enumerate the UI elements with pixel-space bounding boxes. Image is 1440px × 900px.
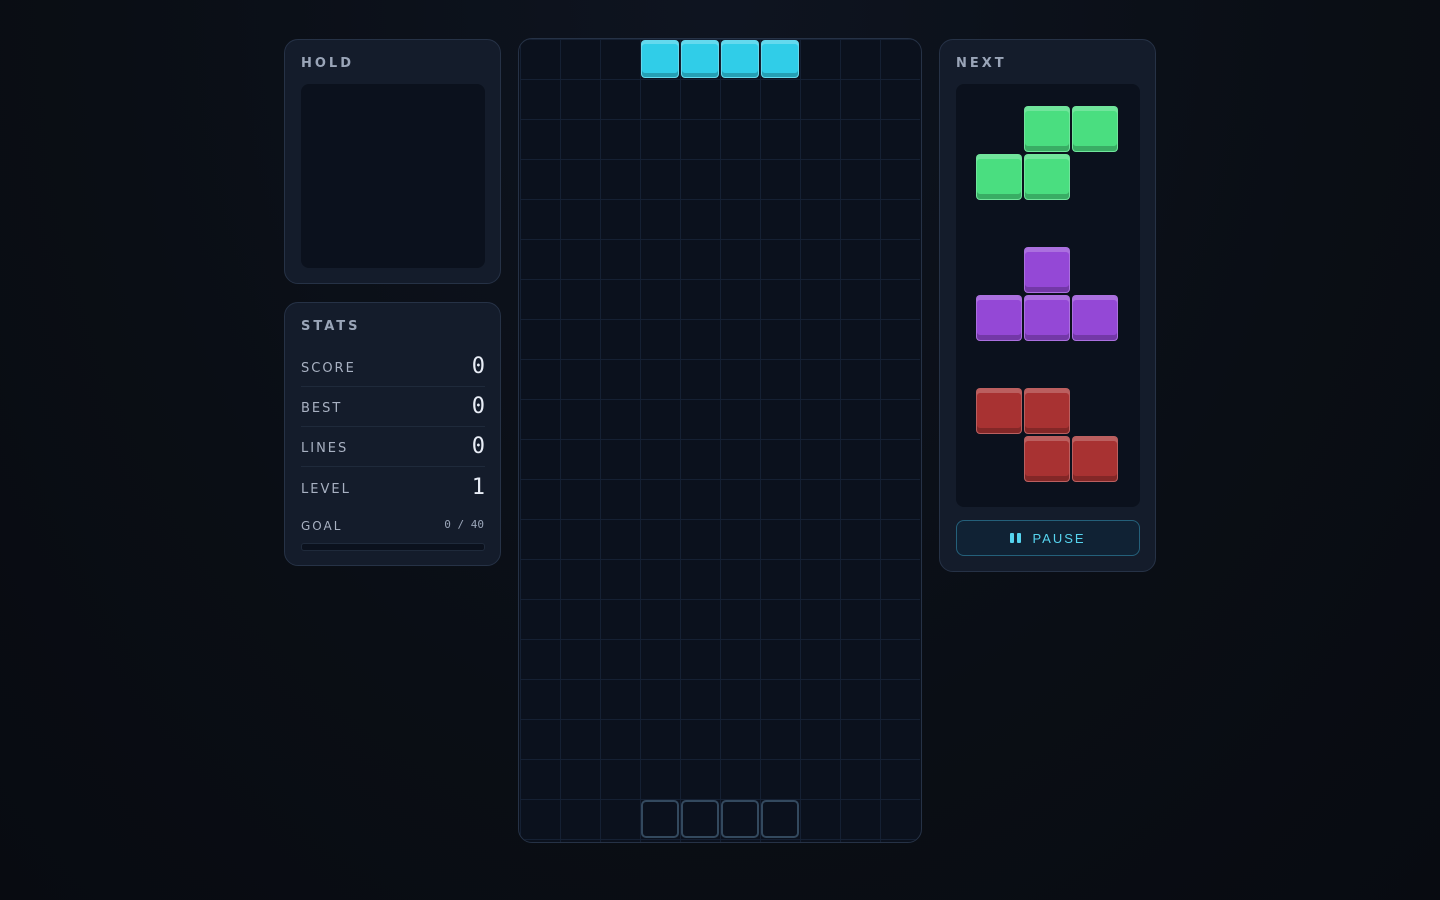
board-grid bbox=[520, 39, 920, 842]
next-piece-block bbox=[1024, 295, 1070, 341]
next-piece-block bbox=[976, 154, 1022, 200]
stat-label: LINES bbox=[301, 441, 349, 456]
next-piece-block bbox=[1072, 295, 1118, 341]
hold-panel: HOLD bbox=[284, 39, 501, 284]
stat-value: 1 bbox=[471, 475, 485, 500]
next-piece-block bbox=[1024, 106, 1070, 152]
goal-value: 0 / 40 bbox=[444, 518, 484, 531]
stats-panel: STATS SCORE 0 BEST 0 LINES 0 LEVEL 1 GOA… bbox=[284, 302, 501, 566]
stat-label: LEVEL bbox=[301, 482, 351, 497]
next-piece-block bbox=[1072, 436, 1118, 482]
next-piece-block bbox=[1024, 436, 1070, 482]
next-piece-block bbox=[1024, 154, 1070, 200]
stat-row-lines: LINES 0 bbox=[301, 427, 485, 467]
pause-icon bbox=[1010, 533, 1022, 543]
next-queue bbox=[956, 84, 1140, 507]
stat-value: 0 bbox=[471, 434, 485, 459]
active-block bbox=[761, 40, 799, 78]
active-block bbox=[641, 40, 679, 78]
stat-value: 0 bbox=[471, 354, 485, 379]
next-piece-block bbox=[1024, 388, 1070, 434]
stat-row-best: BEST 0 bbox=[301, 387, 485, 427]
next-piece-block bbox=[1072, 106, 1118, 152]
stat-label: SCORE bbox=[301, 361, 356, 376]
ghost-block bbox=[761, 800, 799, 838]
goal-label: GOAL bbox=[301, 519, 343, 533]
next-panel: NEXT PAUSE bbox=[939, 39, 1156, 572]
stat-value: 0 bbox=[471, 394, 485, 419]
goal-progress-bar bbox=[301, 543, 485, 551]
next-piece-block bbox=[976, 388, 1022, 434]
active-block bbox=[721, 40, 759, 78]
pause-button[interactable]: PAUSE bbox=[956, 520, 1140, 556]
ghost-block bbox=[721, 800, 759, 838]
game-board[interactable] bbox=[518, 38, 922, 843]
stat-label: BEST bbox=[301, 401, 343, 416]
next-piece-block bbox=[976, 295, 1022, 341]
stat-row-score: SCORE 0 bbox=[301, 347, 485, 387]
hold-slot bbox=[301, 84, 485, 268]
next-piece-block bbox=[1024, 247, 1070, 293]
next-title: NEXT bbox=[956, 56, 1007, 71]
active-block bbox=[681, 40, 719, 78]
pause-label: PAUSE bbox=[1032, 530, 1086, 546]
stats-title: STATS bbox=[301, 319, 361, 334]
stat-row-level: LEVEL 1 bbox=[301, 467, 485, 507]
ghost-block bbox=[681, 800, 719, 838]
hold-title: HOLD bbox=[301, 56, 355, 71]
ghost-block bbox=[641, 800, 679, 838]
